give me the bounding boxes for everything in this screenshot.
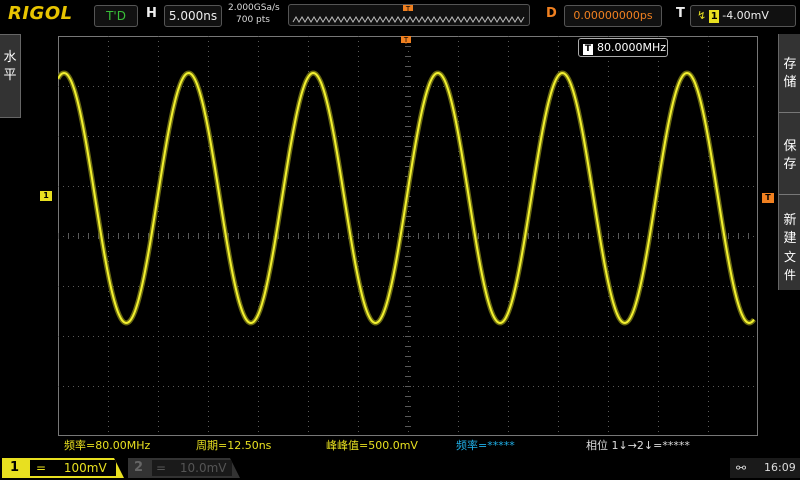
top-status-bar: RIGOL T'D H 5.000ns 2.000GSa/s 700 pts T… xyxy=(0,0,800,30)
brand-logo: RIGOL xyxy=(8,3,73,24)
horizontal-menu-label-1: 水 xyxy=(3,50,17,65)
softkey-new-file-label-1: 新 xyxy=(783,213,797,228)
frequency-counter-tag: T xyxy=(583,44,593,55)
measurement-phase: 相位 1↓→2↓=***** xyxy=(586,439,690,452)
graticule xyxy=(58,36,758,436)
clock: 16:09 xyxy=(764,461,796,474)
measurement-vpp: 峰峰值=500.0mV xyxy=(326,439,418,452)
ch1-trace xyxy=(58,71,755,325)
ch2-scale: 10.0mV xyxy=(179,461,227,475)
svg-text:T: T xyxy=(405,5,411,13)
delay-value[interactable]: 0.00000000ps xyxy=(564,5,662,27)
frequency-counter-value: 80.0000MHz xyxy=(597,41,667,54)
softkey-divider xyxy=(779,194,800,195)
ch2-scale-tab[interactable]: 2 = 10.0mV xyxy=(128,458,240,478)
status-area: ⚯ 16:09 xyxy=(730,458,800,478)
ch2-number: 2 xyxy=(134,460,144,475)
trigger-label: T xyxy=(676,6,685,21)
softkey-save[interactable]: 保 存 xyxy=(779,138,800,174)
softkey-divider xyxy=(779,112,800,113)
usb-icon: ⚯ xyxy=(736,461,747,475)
trigger-source: 1 xyxy=(709,10,720,23)
memory-depth: 700 pts xyxy=(236,15,270,25)
ch1-scale-field: = 100mV xyxy=(30,460,116,476)
trigger-time-marker: T xyxy=(401,36,411,44)
memory-overview[interactable]: T xyxy=(288,4,530,26)
softkey-storage[interactable]: 存 储 xyxy=(779,56,800,92)
measurement-frequency: 频率=80.00MHz xyxy=(64,439,151,452)
horizontal-menu-tab[interactable]: 水 平 xyxy=(0,34,21,118)
trigger-level: -4.00mV xyxy=(722,9,769,22)
ch1-offset-marker[interactable]: 1 xyxy=(40,191,52,201)
waveform-grid[interactable]: T xyxy=(58,36,758,436)
horizontal-scale[interactable]: 5.000ns xyxy=(164,5,222,27)
horizontal-label: H xyxy=(146,6,157,21)
softkey-new-file-label-3: 文件 xyxy=(783,250,796,282)
softkey-storage-label-1: 存 xyxy=(783,57,797,72)
svg-text:T: T xyxy=(403,36,409,44)
ch1-number: 1 xyxy=(10,460,20,475)
trigger-setting[interactable]: ↯ 1 -4.00mV xyxy=(690,5,796,27)
ch2-scale-field: = 10.0mV xyxy=(152,460,232,476)
dc-coupling-icon: = xyxy=(156,461,167,475)
run-mode-indicator[interactable]: T'D xyxy=(94,5,138,27)
ch1-scale-tab[interactable]: 1 = 100mV xyxy=(2,458,124,478)
memory-waveform-icon: T xyxy=(292,4,525,23)
dc-coupling-icon: = xyxy=(36,461,47,475)
trigger-level-marker[interactable]: T xyxy=(762,193,774,203)
falling-edge-icon: ↯ xyxy=(697,9,707,22)
horizontal-menu-label-2: 平 xyxy=(3,68,17,83)
softkey-new-file[interactable]: 新 建 文件 xyxy=(779,212,800,284)
softkey-new-file-label-2: 建 xyxy=(783,231,797,246)
frequency-counter: T 80.0000MHz xyxy=(578,38,668,57)
sample-rate: 2.000GSa/s xyxy=(228,3,280,13)
softkey-save-label-1: 保 xyxy=(783,139,797,154)
measurement-frequency-2: 频率=***** xyxy=(456,439,515,452)
ch1-scale: 100mV xyxy=(63,461,107,475)
measurement-period: 周期=12.50ns xyxy=(196,439,272,452)
delay-label: D xyxy=(546,6,557,21)
softkey-storage-label-2: 储 xyxy=(783,75,797,90)
softkey-save-label-2: 存 xyxy=(783,157,797,172)
right-softkey-menu: 存 储 保 存 新 建 文件 xyxy=(778,34,800,290)
